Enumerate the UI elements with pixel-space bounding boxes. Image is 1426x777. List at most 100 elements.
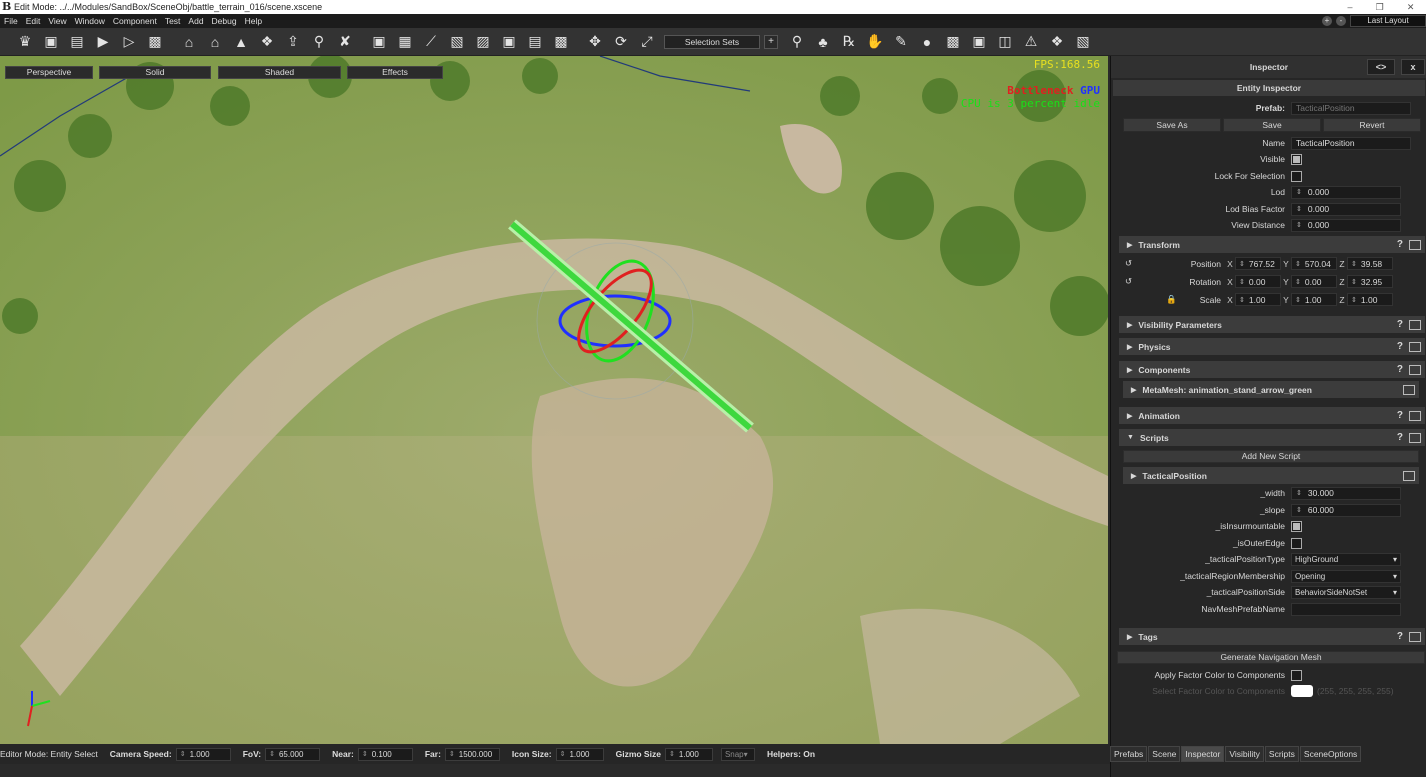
menu-debug[interactable]: Debug [208, 16, 241, 26]
layers-icon[interactable]: ❖ [254, 29, 280, 55]
menu-component[interactable]: Component [109, 16, 161, 26]
view-distance-field[interactable]: ⇕ 0.000 [1291, 218, 1401, 232]
spinner-icon[interactable]: ⇕ [1296, 489, 1302, 497]
cross-icon[interactable]: ✘ [332, 29, 358, 55]
spinner-icon[interactable]: ⇕ [1351, 296, 1357, 304]
terrain-render[interactable] [0, 56, 1108, 744]
new-scene-icon[interactable]: ♛ [12, 29, 38, 55]
menu-edit[interactable]: Edit [22, 16, 45, 26]
scale-tool-icon[interactable]: ⤢ [634, 29, 660, 55]
lock-checkbox[interactable] [1291, 170, 1302, 182]
play-outline-icon[interactable]: ▷ [116, 29, 142, 55]
position-y-field[interactable]: ⇕ 570.04 [1291, 257, 1337, 270]
tree-icon[interactable]: ♣ [810, 29, 836, 55]
effects-mode-button[interactable]: Effects [347, 66, 443, 79]
menu-icon[interactable] [1409, 410, 1421, 421]
settings-icon[interactable] [1403, 470, 1415, 481]
spinner-icon[interactable]: ⇕ [1239, 296, 1245, 304]
tactical-position-script-header[interactable]: ▶ TacticalPosition [1123, 467, 1419, 484]
line-icon[interactable]: ⟋ [418, 29, 444, 55]
menu-file[interactable]: File [0, 16, 22, 26]
tab-scene-options[interactable]: SceneOptions [1299, 746, 1362, 762]
drop-icon[interactable]: ● [914, 29, 940, 55]
visible-checkbox[interactable] [1291, 153, 1302, 165]
add-new-script-button[interactable]: Add New Script [1123, 450, 1419, 463]
menu-view[interactable]: View [44, 16, 70, 26]
near-field[interactable]: ⇕ 0.100 [357, 747, 413, 761]
transform-section-header[interactable]: ▶ Transform ? [1119, 236, 1425, 253]
help-icon[interactable]: ? [1397, 432, 1403, 443]
menu-icon[interactable] [1409, 341, 1421, 352]
spinner-icon[interactable]: ⇕ [449, 750, 455, 758]
tab-visibility[interactable]: Visibility [1225, 746, 1264, 762]
remove-layout-icon[interactable]: - [1336, 16, 1346, 26]
helpers-toggle[interactable]: Helpers: On [767, 749, 815, 759]
menu-icon[interactable] [1409, 239, 1421, 250]
spinner-icon[interactable]: ⇕ [1296, 506, 1302, 514]
bounds-alt-icon[interactable]: ▤ [522, 29, 548, 55]
spinner-icon[interactable]: ⇕ [1296, 205, 1302, 213]
house-alt-icon[interactable]: ⌂ [202, 29, 228, 55]
save-as-button[interactable]: Save As [1123, 118, 1221, 132]
move-tool-icon[interactable]: ✥ [582, 29, 608, 55]
help-icon[interactable]: ? [1397, 239, 1403, 250]
tab-scripts[interactable]: Scripts [1264, 746, 1299, 762]
position-x-field[interactable]: ⇕ 767.52 [1235, 257, 1281, 270]
maximize-icon[interactable]: ❐ [1376, 0, 1384, 14]
close-icon[interactable]: ✕ [1407, 0, 1415, 14]
texture-icon[interactable]: ▩ [940, 29, 966, 55]
generate-navmesh-button[interactable]: Generate Navigation Mesh [1117, 651, 1425, 664]
zoom-icon[interactable]: ⚲ [306, 29, 332, 55]
spinner-icon[interactable]: ⇕ [1295, 296, 1301, 304]
rotate-tool-icon[interactable]: ⟳ [608, 29, 634, 55]
far-field[interactable]: ⇕ 1500.000 [444, 747, 500, 761]
perspective-mode-button[interactable]: Perspective [5, 66, 93, 79]
record-icon[interactable]: ▩ [142, 29, 168, 55]
bounds-icon[interactable]: ▣ [496, 29, 522, 55]
name-field[interactable]: TacticalPosition [1291, 136, 1411, 150]
help-icon[interactable]: ? [1397, 410, 1403, 421]
position-z-field[interactable]: ⇕ 39.58 [1347, 257, 1393, 270]
search-icon[interactable]: ⚲ [784, 29, 810, 55]
bake-icon[interactable]: ❖ [1044, 29, 1070, 55]
help-icon[interactable]: ? [1397, 631, 1403, 642]
spinner-icon[interactable]: ⇕ [1239, 278, 1245, 286]
spinner-icon[interactable]: ⇕ [560, 750, 566, 758]
menu-test[interactable]: Test [161, 16, 185, 26]
spinner-icon[interactable]: ⇕ [1351, 278, 1357, 286]
shaded-mode-button[interactable]: Shaded [218, 66, 341, 79]
play-icon[interactable]: ▶ [90, 29, 116, 55]
scale-x-field[interactable]: ⇕ 1.00 [1235, 293, 1281, 306]
tags-section-header[interactable]: ▶ Tags ? [1119, 628, 1425, 645]
tab-inspector[interactable]: Inspector [1181, 746, 1225, 762]
position-side-dropdown[interactable]: BehaviorSideNotSet ▾ [1291, 585, 1401, 599]
menu-icon[interactable] [1409, 364, 1421, 375]
tab-scene[interactable]: Scene [1148, 746, 1181, 762]
width-field[interactable]: ⇕ 30.000 [1291, 486, 1401, 500]
lod-field[interactable]: ⇕ 0.000 [1291, 185, 1401, 199]
help-icon[interactable]: ? [1397, 341, 1403, 352]
components-section-header[interactable]: ▶ Components ? [1119, 361, 1425, 378]
menu-help[interactable]: Help [241, 16, 266, 26]
lock-scale-icon[interactable]: 🔒 [1125, 294, 1181, 305]
position-type-dropdown[interactable]: HighGround ▾ [1291, 552, 1401, 566]
expand-button[interactable]: <> [1367, 59, 1395, 75]
visibility-section-header[interactable]: ▶ Visibility Parameters ? [1119, 316, 1425, 333]
apply-factor-checkbox[interactable] [1291, 669, 1302, 681]
selection-sets-dropdown[interactable]: Selection Sets [664, 34, 760, 49]
outer-edge-checkbox[interactable] [1291, 537, 1302, 549]
rotation-y-field[interactable]: ⇕ 0.00 [1291, 275, 1337, 288]
scale-z-field[interactable]: ⇕ 1.00 [1347, 293, 1393, 306]
spinner-icon[interactable]: ⇕ [1296, 221, 1302, 229]
save-icon[interactable]: ▣ [38, 29, 64, 55]
lod-bias-field[interactable]: ⇕ 0.000 [1291, 202, 1401, 216]
spinner-icon[interactable]: ⇕ [1351, 260, 1357, 268]
fov-field[interactable]: ⇕ 65.000 [265, 747, 321, 761]
house-solid-icon[interactable]: ▲ [228, 29, 254, 55]
bounds-select-icon[interactable]: ▩ [548, 29, 574, 55]
ruler-icon[interactable]: ▧ [1070, 29, 1096, 55]
rotation-x-field[interactable]: ⇕ 0.00 [1235, 275, 1281, 288]
warning-icon[interactable]: ⚠ [1018, 29, 1044, 55]
spinner-icon[interactable]: ⇕ [669, 750, 675, 758]
menu-icon[interactable] [1409, 631, 1421, 642]
